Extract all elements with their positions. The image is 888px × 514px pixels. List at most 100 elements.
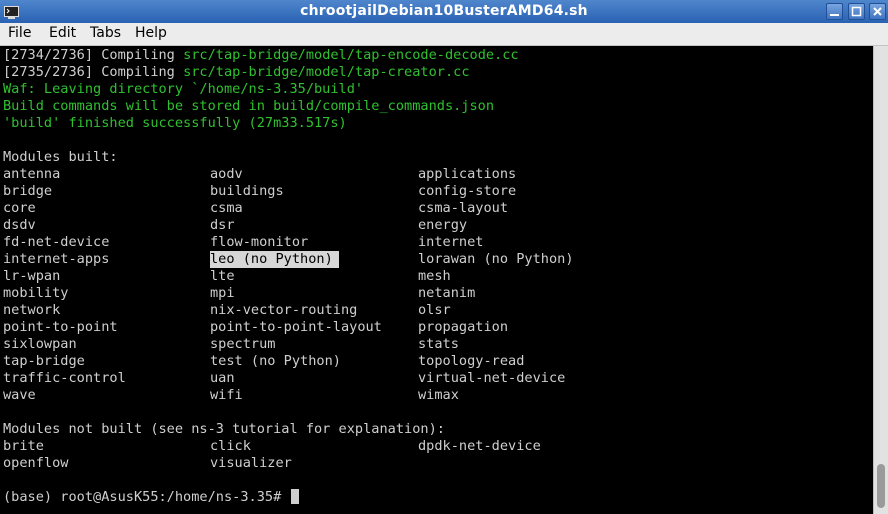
waf-status-text: Waf: Leaving directory `/home/ns-3.35/bu… xyxy=(3,81,364,97)
close-icon xyxy=(873,7,882,16)
module-row: network nix-vector-routing olsr xyxy=(3,302,871,319)
menu-edit[interactable]: Edit xyxy=(47,25,78,41)
unbuilt-module-item: brite xyxy=(3,438,44,454)
scrollbar-thumb[interactable] xyxy=(877,464,885,508)
build-step-text: [2734/2736] Compiling xyxy=(3,47,184,63)
module-row: fd-net-device flow-monitor internet xyxy=(3,234,871,251)
module-row: bridge buildings config-store xyxy=(3,183,871,200)
module-item: bridge xyxy=(3,183,53,199)
module-item: aodv xyxy=(210,166,243,182)
module-item: uan xyxy=(210,370,235,386)
module-item: antenna xyxy=(3,166,61,182)
menu-tabs[interactable]: Tabs xyxy=(88,25,123,41)
module-item: dsr xyxy=(210,217,235,233)
module-item: nix-vector-routing xyxy=(210,302,358,318)
module-item: wifi xyxy=(210,387,243,403)
module-item: mesh xyxy=(418,268,451,284)
module-row: point-to-point point-to-point-layout propa… xyxy=(3,319,871,336)
module-item: olsr xyxy=(418,302,451,318)
module-item: topology-read xyxy=(418,353,525,369)
unbuilt-module-row: openflow visualizer xyxy=(3,455,871,472)
module-item: wimax xyxy=(418,387,459,403)
vertical-scrollbar[interactable] xyxy=(873,46,888,514)
module-row: lr-wpan lte mesh xyxy=(3,268,871,285)
module-item: traffic-control xyxy=(3,370,126,386)
module-item: buildings xyxy=(210,183,284,199)
module-item: test (no Python) xyxy=(210,353,341,369)
module-item: propagation xyxy=(418,319,509,335)
text-cursor xyxy=(291,489,300,504)
prompt-line[interactable]: (base) root@AsusK55:/home/ns-3.35# xyxy=(3,489,871,506)
unbuilt-module-item: click xyxy=(210,438,251,454)
module-item: csma-layout xyxy=(418,200,509,216)
module-item: lorawan (no Python) xyxy=(418,251,574,267)
window-title: chrootjailDebian10BusterAMD64.sh xyxy=(300,3,588,19)
module-item: fd-net-device xyxy=(3,234,110,250)
waf-status-text: 'build' finished successfully (27m33.517… xyxy=(3,115,347,131)
source-file-path: src/tap-bridge/model/tap-encode-decode.c… xyxy=(183,47,519,63)
module-item: lr-wpan xyxy=(3,268,61,284)
module-item: sixlowpan xyxy=(3,336,77,352)
module-row: wave wifi wimax xyxy=(3,387,871,404)
module-item: spectrum xyxy=(210,336,276,352)
unbuilt-module-row: brite click dpdk-net-device xyxy=(3,438,871,455)
module-item: applications xyxy=(418,166,517,182)
module-item: tap-bridge xyxy=(3,353,85,369)
module-item: point-to-point xyxy=(3,319,118,335)
module-item: config-store xyxy=(418,183,517,199)
maximize-icon xyxy=(851,6,862,17)
menu-help[interactable]: Help xyxy=(133,25,169,41)
modules-built-header: Modules built: xyxy=(3,149,118,165)
module-row: antenna aodv applications xyxy=(3,166,871,183)
module-row: traffic-control uan virtual-net-device xyxy=(3,370,871,387)
build-log-line: [2734/2736] Compiling src/tap-bridge/mod… xyxy=(3,47,871,64)
module-row: mobility mpi netanim xyxy=(3,285,871,302)
module-item: mpi xyxy=(210,285,235,301)
module-item: internet xyxy=(418,234,484,250)
module-item: stats xyxy=(418,336,459,352)
module-item: leo (no Python) xyxy=(210,251,339,268)
build-log-line: [2735/2736] Compiling src/tap-bridge/mod… xyxy=(3,64,871,81)
waf-status-text: Build commands will be stored in build/c… xyxy=(3,98,495,114)
unbuilt-module-item: openflow xyxy=(3,455,69,471)
module-item: dsdv xyxy=(3,217,36,233)
module-row: core csma csma-layout xyxy=(3,200,871,217)
module-row: sixlowpan spectrum stats xyxy=(3,336,871,353)
modules-not-built-header: Modules not built (see ns-3 tutorial for… xyxy=(3,421,445,437)
close-button[interactable] xyxy=(869,3,886,20)
module-item: lte xyxy=(210,268,235,284)
waf-status-line: Waf: Leaving directory `/home/ns-3.35/bu… xyxy=(3,81,871,98)
module-item: energy xyxy=(418,217,468,233)
modules-not-built-header-line: Modules not built (see ns-3 tutorial for… xyxy=(3,421,871,438)
module-item: point-to-point-layout xyxy=(210,319,382,335)
minimize-icon xyxy=(830,14,839,16)
module-item: mobility xyxy=(3,285,69,301)
build-step-text: [2735/2736] Compiling xyxy=(3,64,184,80)
module-row: tap-bridge test (no Python) topology-read xyxy=(3,353,871,370)
unbuilt-module-item: dpdk-net-device xyxy=(418,438,541,454)
module-item: internet-apps xyxy=(3,251,110,267)
waf-status-line: Build commands will be stored in build/c… xyxy=(3,98,871,115)
minimize-button[interactable] xyxy=(826,3,843,20)
terminal-output[interactable]: [2734/2736] Compiling src/tap-bridge/mod… xyxy=(0,46,873,514)
module-item: csma xyxy=(210,200,243,216)
module-item: virtual-net-device xyxy=(418,370,566,386)
menu-file[interactable]: File xyxy=(6,25,33,41)
menu-bar: File Edit Tabs Help xyxy=(0,23,888,46)
module-item: wave xyxy=(3,387,36,403)
unbuilt-module-item: visualizer xyxy=(210,455,292,471)
module-row: internet-apps leo (no Python) lorawan (no … xyxy=(3,251,871,268)
terminal-window: chrootjailDebian10BusterAMD64.sh File Ed… xyxy=(0,0,888,514)
shell-prompt: (base) root@AsusK55:/home/ns-3.35# xyxy=(3,489,290,505)
maximize-button[interactable] xyxy=(848,3,865,20)
module-item: network xyxy=(3,302,61,318)
source-file-path: src/tap-bridge/model/tap-creator.cc xyxy=(183,64,470,80)
modules-built-header-line: Modules built: xyxy=(3,149,871,166)
module-item: netanim xyxy=(418,285,476,301)
module-item: core xyxy=(3,200,36,216)
waf-status-line: 'build' finished successfully (27m33.517… xyxy=(3,115,871,132)
title-bar[interactable]: chrootjailDebian10BusterAMD64.sh xyxy=(0,0,888,24)
